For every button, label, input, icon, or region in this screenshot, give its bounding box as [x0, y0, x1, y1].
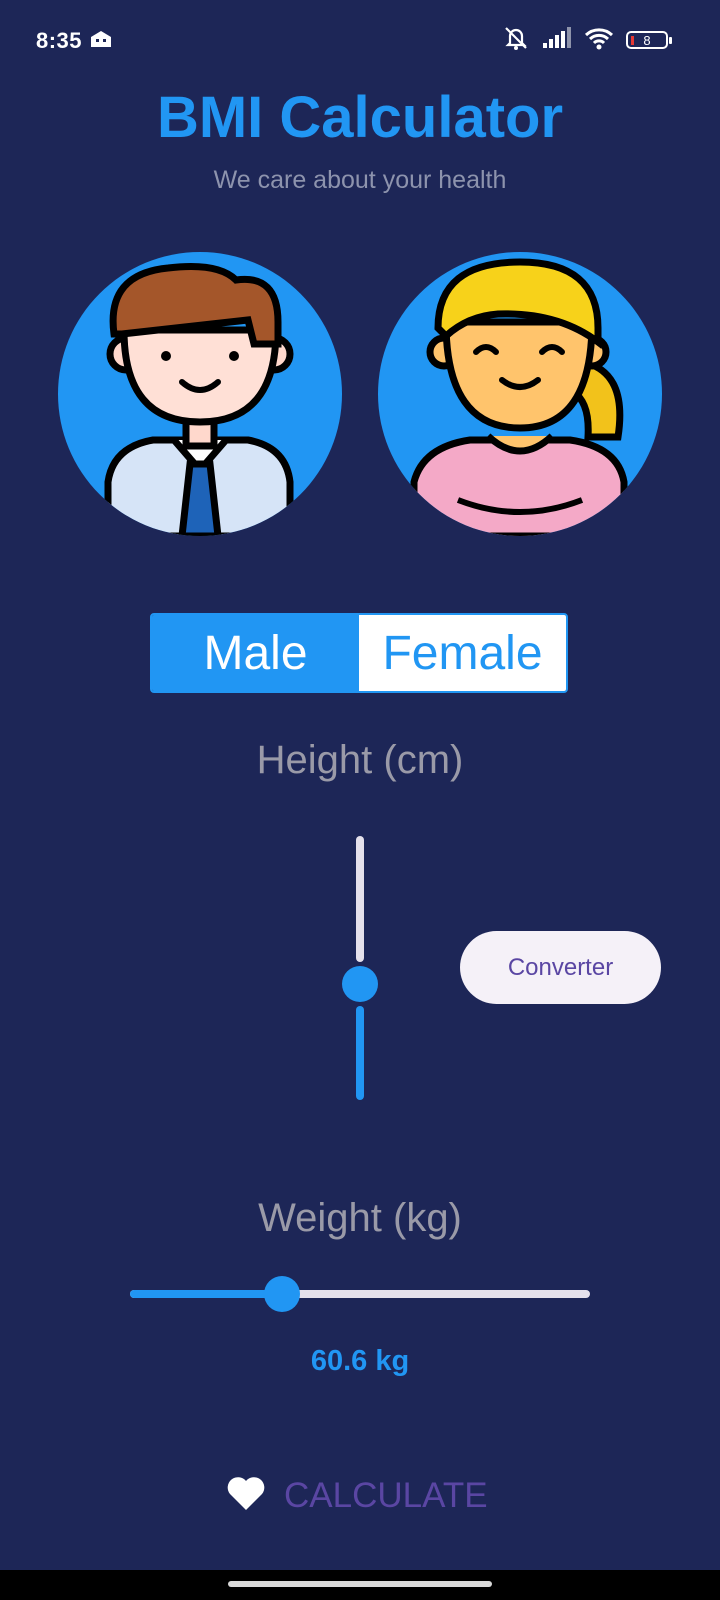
height-slider-thumb[interactable] [342, 965, 378, 1002]
battery-icon: 8 [626, 31, 672, 49]
wifi-icon [584, 26, 614, 55]
toggle-male[interactable]: Male [152, 615, 359, 691]
male-avatar-illustration [104, 263, 294, 536]
male-avatar[interactable] [58, 252, 342, 536]
home-handle[interactable] [228, 1581, 492, 1587]
navigation-bar [0, 1570, 720, 1600]
page-subtitle: We care about your health [213, 166, 507, 194]
heart-icon [226, 1476, 266, 1517]
female-avatar[interactable] [378, 252, 662, 536]
female-avatar-illustration [410, 258, 628, 536]
height-slider[interactable] [336, 836, 384, 1100]
weight-label: Weight (kg) [258, 1196, 462, 1240]
weight-value: 60.6 kg [310, 1345, 410, 1377]
calculate-label: CALCULATE [284, 1476, 488, 1515]
weight-slider[interactable] [130, 1274, 590, 1314]
page-title: BMI Calculator [156, 85, 564, 150]
weight-slider-track-active [130, 1290, 282, 1298]
status-icons: 8 [502, 25, 672, 56]
signal-icon [542, 26, 572, 54]
calculate-button[interactable]: CALCULATE [226, 1470, 488, 1522]
mute-icon [502, 25, 530, 56]
battery-level: 8 [643, 32, 651, 48]
height-label: Height (cm) [256, 738, 464, 782]
notification-icon [90, 29, 112, 54]
status-time: 8:35 [36, 28, 83, 53]
weight-slider-thumb[interactable] [263, 1276, 300, 1312]
height-slider-track-active [356, 1005, 364, 1100]
height-slider-track-inactive [356, 836, 364, 962]
converter-button[interactable]: Converter [460, 931, 661, 1004]
toggle-female[interactable]: Female [359, 615, 566, 691]
gender-toggle: Male Female [150, 613, 568, 693]
